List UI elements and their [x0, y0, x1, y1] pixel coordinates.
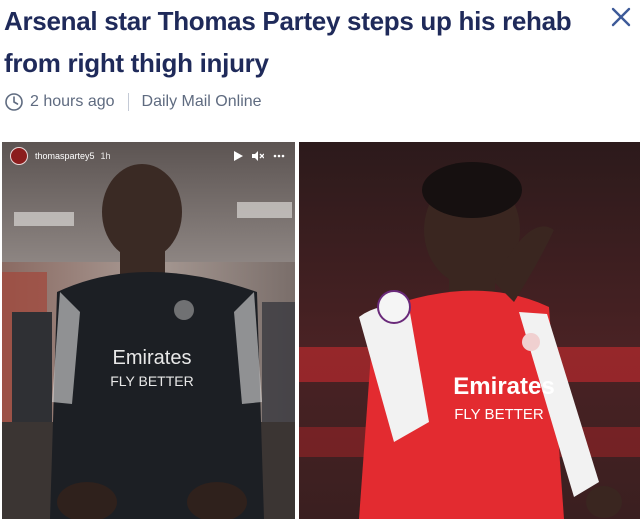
clock-icon [4, 92, 24, 112]
article-headline: Arsenal star Thomas Partey steps up his … [4, 6, 572, 78]
story-header: thomaspartey5 1h [2, 142, 295, 170]
close-icon [611, 7, 631, 27]
mute-icon[interactable] [252, 151, 264, 161]
svg-text:Emirates: Emirates [453, 373, 554, 400]
play-icon[interactable] [233, 151, 243, 161]
publish-time: 2 hours ago [30, 93, 115, 110]
avatar[interactable] [10, 147, 28, 165]
meta-divider [127, 93, 129, 111]
svg-text:FLY BETTER: FLY BETTER [454, 406, 544, 423]
article-meta: 2 hours ago Daily Mail Online [4, 89, 262, 115]
more-icon[interactable] [273, 154, 285, 158]
story-username[interactable]: thomaspartey5 [35, 151, 95, 161]
close-button[interactable] [606, 2, 636, 32]
player-photo: Emirates FLY BETTER [299, 142, 640, 519]
story-time: 1h [100, 151, 111, 161]
source-link[interactable]: Daily Mail Online [142, 93, 262, 111]
svg-text:Emirates: Emirates [113, 347, 192, 369]
instagram-story-image: Emirates FLY BETTER thomaspartey5 1h [2, 142, 295, 519]
svg-text:FLY BETTER: FLY BETTER [110, 373, 194, 389]
